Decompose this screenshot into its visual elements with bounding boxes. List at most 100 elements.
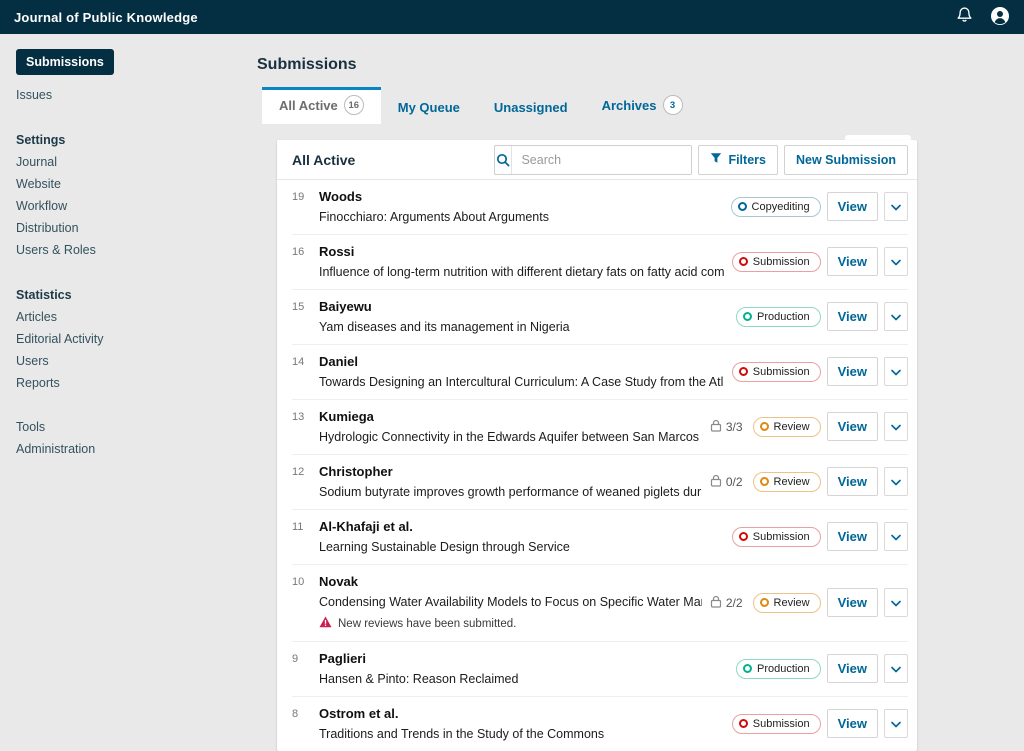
user-avatar-icon xyxy=(990,6,1010,29)
user-menu-button[interactable] xyxy=(990,6,1010,29)
stage-dot-icon xyxy=(760,422,769,431)
submission-id: 9 xyxy=(292,651,319,686)
submission-row: 9 Paglieri Hansen & Pinto: Reason Reclai… xyxy=(292,642,908,697)
tab-label: Unassigned xyxy=(494,100,568,115)
chevron-down-icon xyxy=(891,595,901,610)
view-button[interactable]: View xyxy=(827,192,878,221)
stage-badge: Submission xyxy=(732,362,821,382)
view-button[interactable]: View xyxy=(827,588,878,617)
expand-row-button[interactable] xyxy=(884,357,908,386)
submission-author: Woods xyxy=(319,189,723,204)
stage-badge: Production xyxy=(736,307,821,327)
stage-dot-icon xyxy=(739,532,748,541)
sidebar-item-workflow[interactable]: Workflow xyxy=(16,200,240,213)
submission-author: Novak xyxy=(319,574,702,589)
chevron-down-icon xyxy=(891,199,901,214)
submission-id: 11 xyxy=(292,519,319,554)
submission-title: Condensing Water Availability Models to … xyxy=(319,595,702,609)
stage-badge: Submission xyxy=(732,252,821,272)
stage-dot-icon xyxy=(760,477,769,486)
sidebar-item-submissions[interactable]: Submissions xyxy=(16,49,114,75)
sidebar-item-administration[interactable]: Administration xyxy=(16,443,240,456)
expand-row-button[interactable] xyxy=(884,709,908,738)
search-icon[interactable] xyxy=(495,146,512,174)
expand-row-button[interactable] xyxy=(884,588,908,617)
all-active-panel: All Active Filters xyxy=(277,140,917,751)
submission-id: 14 xyxy=(292,354,319,389)
submission-title: Influence of long-term nutrition with di… xyxy=(319,265,724,279)
lock-icon xyxy=(710,595,722,611)
search-input[interactable] xyxy=(512,146,691,174)
sidebar-item-distribution[interactable]: Distribution xyxy=(16,222,240,235)
stage-badge: Production xyxy=(736,659,821,679)
filters-button[interactable]: Filters xyxy=(698,145,778,175)
lock-icon xyxy=(710,474,722,490)
view-button[interactable]: View xyxy=(827,357,878,386)
submission-id: 15 xyxy=(292,299,319,334)
view-button[interactable]: View xyxy=(827,467,878,496)
view-button[interactable]: View xyxy=(827,522,878,551)
sidebar-item-reports[interactable]: Reports xyxy=(16,377,240,390)
stage-badge: Review xyxy=(753,593,821,613)
view-button[interactable]: View xyxy=(827,709,878,738)
chevron-down-icon xyxy=(891,419,901,434)
sidebar-section-statistics: Statistics Articles Editorial Activity U… xyxy=(16,288,240,390)
stage-badge: Submission xyxy=(732,527,821,547)
tab-label: My Queue xyxy=(398,100,460,115)
sidebar-item-editorial-activity[interactable]: Editorial Activity xyxy=(16,333,240,346)
submission-row: 19 Woods Finocchiaro: Arguments About Ar… xyxy=(292,180,908,235)
submission-author: Kumiega xyxy=(319,409,702,424)
review-count: 2/2 xyxy=(726,596,743,610)
sidebar-item-users[interactable]: Users xyxy=(16,355,240,368)
tab-all-active[interactable]: All Active 16 xyxy=(262,87,381,124)
expand-row-button[interactable] xyxy=(884,412,908,441)
sidebar-item-journal[interactable]: Journal xyxy=(16,156,240,169)
submission-author: Christopher xyxy=(319,464,702,479)
stage-dot-icon xyxy=(760,598,769,607)
main-content: Submissions All Active 16 My Queue Unass… xyxy=(256,34,917,683)
expand-row-button[interactable] xyxy=(884,467,908,496)
expand-row-button[interactable] xyxy=(884,302,908,331)
review-count: 3/3 xyxy=(726,420,743,434)
view-button[interactable]: View xyxy=(827,654,878,683)
view-button[interactable]: View xyxy=(827,247,878,276)
notifications-button[interactable] xyxy=(955,6,974,28)
stage-label: Review xyxy=(774,421,810,433)
filters-label: Filters xyxy=(728,153,766,167)
new-submission-label: New Submission xyxy=(796,153,896,167)
stage-label: Submission xyxy=(753,256,810,268)
chevron-down-icon xyxy=(891,529,901,544)
submission-row: 10 Novak Condensing Water Availability M… xyxy=(292,565,908,642)
chevron-down-icon xyxy=(891,309,901,324)
stage-label: Submission xyxy=(753,718,810,730)
stage-label: Production xyxy=(757,311,810,323)
sidebar-item-website[interactable]: Website xyxy=(16,178,240,191)
tab-archives[interactable]: Archives 3 xyxy=(585,87,700,124)
bell-icon xyxy=(955,6,974,28)
sidebar-item-users-roles[interactable]: Users & Roles xyxy=(16,244,240,257)
sidebar-header-statistics: Statistics xyxy=(16,288,240,302)
submissions-tabs: All Active 16 My Queue Unassigned Archiv… xyxy=(262,87,917,124)
tab-unassigned[interactable]: Unassigned xyxy=(477,92,585,124)
expand-row-button[interactable] xyxy=(884,522,908,551)
expand-row-button[interactable] xyxy=(884,247,908,276)
chevron-down-icon xyxy=(891,661,901,676)
view-button[interactable]: View xyxy=(827,412,878,441)
tab-count-badge: 3 xyxy=(663,95,683,115)
sidebar-item-issues[interactable]: Issues xyxy=(16,88,240,102)
submission-title: Yam diseases and its management in Niger… xyxy=(319,320,728,334)
tab-count-badge: 16 xyxy=(344,95,364,115)
submission-id: 10 xyxy=(292,574,319,609)
stage-label: Submission xyxy=(753,531,810,543)
new-submission-button[interactable]: New Submission xyxy=(784,145,908,175)
submission-title: Finocchiaro: Arguments About Arguments xyxy=(319,210,723,224)
sidebar-item-articles[interactable]: Articles xyxy=(16,311,240,324)
sidebar-item-tools[interactable]: Tools xyxy=(16,421,240,434)
sidebar-header-settings: Settings xyxy=(16,133,240,147)
expand-row-button[interactable] xyxy=(884,192,908,221)
sidebar-section-tools: Tools Administration xyxy=(16,421,240,456)
expand-row-button[interactable] xyxy=(884,654,908,683)
view-button[interactable]: View xyxy=(827,302,878,331)
stage-badge: Copyediting xyxy=(731,197,821,217)
tab-my-queue[interactable]: My Queue xyxy=(381,92,477,124)
